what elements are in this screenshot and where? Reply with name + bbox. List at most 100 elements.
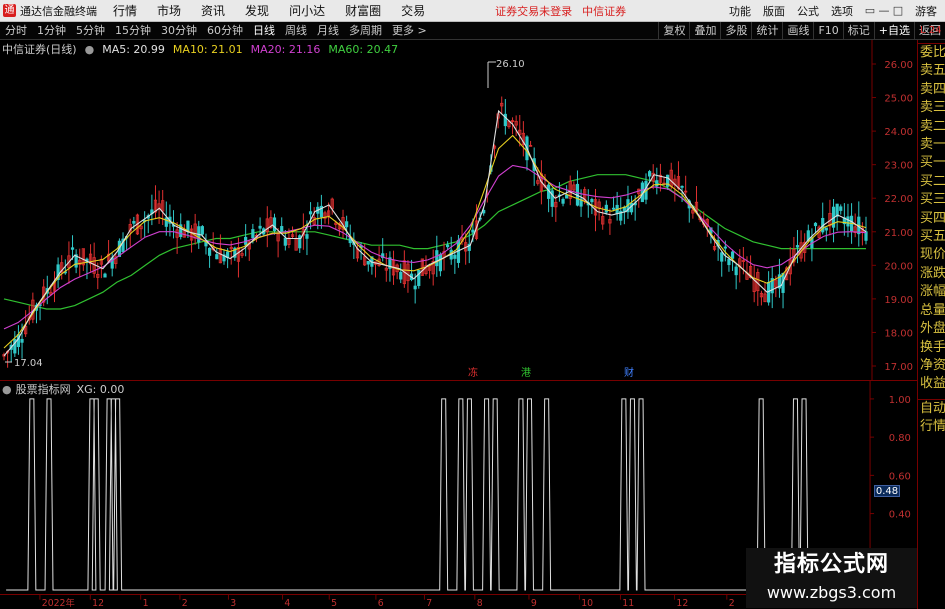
period-30min[interactable]: 30分钟: [156, 22, 202, 40]
sidebar-field[interactable]: 卖二: [918, 118, 945, 136]
app-title: 通达信金融终端: [20, 4, 97, 18]
date-tick-label: 2: [182, 598, 188, 609]
date-tick-label: 4: [284, 598, 290, 609]
sidebar-field[interactable]: 买一: [918, 154, 945, 172]
candle-body: [308, 211, 313, 215]
sidebar-field[interactable]: 收益: [918, 375, 945, 393]
sidebar-field[interactable]: 换手: [918, 339, 945, 357]
date-tick-label: 12: [92, 598, 104, 609]
menu-item-function[interactable]: 功能: [723, 3, 757, 19]
tool-draw[interactable]: 画线: [782, 22, 813, 40]
period-weekly[interactable]: 周线: [280, 22, 312, 40]
indicator-settings-icon[interactable]: ●: [2, 383, 12, 396]
sidebar-field[interactable]: 买五: [918, 228, 945, 246]
candle-body: [272, 217, 277, 232]
period-toolbar: 分时 1分钟 5分钟 15分钟 30分钟 60分钟 日线 周线 月线 多周期 更…: [0, 22, 945, 40]
candle-body: [258, 225, 262, 229]
period-monthly[interactable]: 月线: [312, 22, 344, 40]
menu-item-ask[interactable]: 问小达: [279, 0, 335, 22]
tool-adjust[interactable]: 复权: [658, 22, 689, 40]
tool-f10[interactable]: F10: [813, 22, 842, 40]
menu-item-news[interactable]: 资讯: [191, 0, 235, 22]
ma20-value: MA20: 21.16: [250, 42, 321, 56]
candle-body: [435, 250, 439, 267]
sidebar-field[interactable]: 外盘: [918, 320, 945, 338]
menu-item-market[interactable]: 市场: [147, 0, 191, 22]
watermark: 指标公式网 www.zbgs3.com: [746, 548, 917, 608]
sidebar-tab-label: L 24: [920, 25, 942, 36]
sidebar-field[interactable]: 卖一: [918, 136, 945, 154]
indicator-value: XG: 0.00: [76, 382, 125, 396]
sidebar-field[interactable]: 买二: [918, 173, 945, 191]
login-status[interactable]: 证券交易未登录: [495, 3, 572, 19]
candle-body: [471, 229, 475, 233]
candle-body: [453, 254, 457, 259]
candle-body: [438, 254, 443, 272]
menu-item-formula[interactable]: 公式: [791, 3, 825, 19]
date-tick-label: 5: [331, 598, 337, 609]
period-1min[interactable]: 1分钟: [32, 22, 71, 40]
sidebar-tab[interactable]: L 24: [917, 22, 945, 40]
period-60min[interactable]: 60分钟: [202, 22, 248, 40]
sidebar-field[interactable]: 卖四: [918, 81, 945, 99]
event-marker-finance[interactable]: 财: [624, 366, 634, 379]
period-daily[interactable]: 日线: [248, 22, 280, 40]
sidebar-field[interactable]: 卖五: [918, 62, 945, 80]
menu-item-discover[interactable]: 发现: [235, 0, 279, 22]
tool-stats[interactable]: 统计: [751, 22, 782, 40]
date-tick-label: 1: [143, 598, 149, 609]
event-marker-freeze[interactable]: 冻: [468, 366, 478, 379]
sidebar-field[interactable]: 买四: [918, 210, 945, 228]
guest-label[interactable]: 游客: [915, 3, 937, 19]
price-tick-label: 18.00: [884, 328, 913, 339]
date-tick-label: 11: [622, 598, 634, 609]
low-price-label: 17.04: [14, 358, 43, 369]
period-multi[interactable]: 多周期: [344, 22, 387, 40]
tool-add-watchlist[interactable]: +自选: [873, 22, 914, 40]
candle-body: [561, 198, 565, 204]
sidebar-field[interactable]: 涨跌: [918, 265, 945, 283]
minimize-icon[interactable]: —: [877, 4, 891, 17]
sidebar-field[interactable]: 总量: [918, 302, 945, 320]
tool-mark[interactable]: 标记: [842, 22, 874, 40]
watermark-title: 指标公式网: [773, 552, 889, 577]
candle-body: [446, 244, 450, 248]
sidebar-field[interactable]: 净资: [918, 357, 945, 375]
period-more[interactable]: 更多 >: [387, 22, 432, 40]
watermark-url: www.zbgs3.com: [766, 583, 897, 602]
sidebar-auto[interactable]: 自动: [918, 400, 945, 418]
quote-sidebar: 委比 卖五 卖四 卖三 卖二 卖一 买一 买二 买三 买四 买五 现价 涨跌 涨幅 总量 外盘 换手 净资 收益 自…: [917, 40, 945, 609]
menu-bar: 通 通达信金融终端 行情 市场 资讯 发现 问小达 财富圈 交易 证券交易未登录…: [0, 0, 945, 22]
tool-multi-stock[interactable]: 多股: [720, 22, 751, 40]
date-tick-label: 12: [676, 598, 688, 609]
price-tick-label: 24.00: [884, 127, 913, 138]
sidebar-field[interactable]: 涨幅: [918, 283, 945, 301]
restore-icon[interactable]: ▭: [863, 4, 877, 17]
price-tick-label: 21.00: [884, 228, 913, 239]
sidebar-field[interactable]: 现价: [918, 246, 945, 264]
candle-body: [723, 246, 727, 249]
maximize-icon[interactable]: □: [891, 4, 905, 17]
sidebar-field[interactable]: 委比: [918, 44, 945, 62]
menu-item-trade[interactable]: 交易: [391, 0, 435, 22]
sidebar-quotes[interactable]: 行情: [918, 418, 945, 436]
candle-body: [298, 235, 302, 249]
tool-overlay[interactable]: 叠加: [689, 22, 720, 40]
menu-item-wealth[interactable]: 财富圈: [335, 0, 391, 22]
stock-name[interactable]: 中信证券(日线): [2, 41, 77, 57]
event-marker-hk[interactable]: 港: [521, 367, 531, 379]
period-15min[interactable]: 15分钟: [110, 22, 156, 40]
ma10-value: MA10: 21.01: [172, 42, 243, 56]
indicator-name[interactable]: 股票指标网: [16, 381, 71, 397]
period-intraday[interactable]: 分时: [0, 22, 32, 40]
candle-body: [795, 245, 800, 248]
menu-item-options[interactable]: 选项: [825, 3, 859, 19]
period-5min[interactable]: 5分钟: [71, 22, 110, 40]
sidebar-field[interactable]: 买三: [918, 191, 945, 209]
ma-settings-icon[interactable]: ●: [85, 43, 95, 56]
menu-item-layout[interactable]: 版面: [757, 3, 791, 19]
price-chart[interactable]: 26.00 25.00 24.00 23.00 22.00 21.00 20.00 19.00…: [0, 40, 917, 380]
candle-body: [727, 258, 731, 266]
sidebar-field[interactable]: 卖三: [918, 99, 945, 117]
menu-item-quotes[interactable]: 行情: [103, 0, 147, 22]
